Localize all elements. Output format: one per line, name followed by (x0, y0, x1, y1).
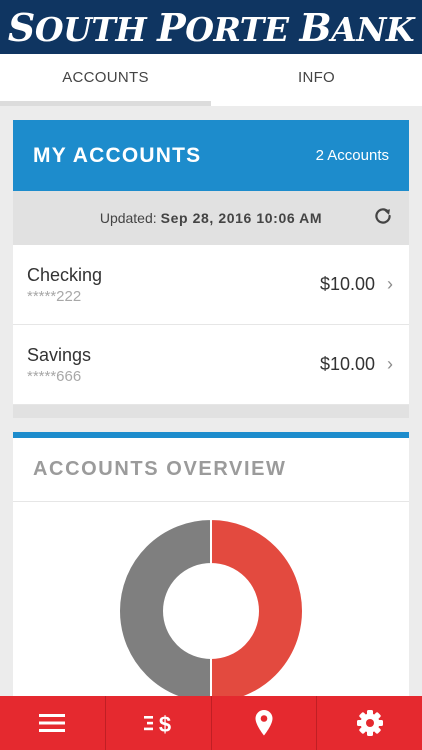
account-info: Checking *****222 (27, 265, 102, 305)
chevron-right-icon: › (387, 354, 393, 374)
bottom-nav: $ (0, 696, 422, 750)
accounts-overview-card: ACCOUNTS OVERVIEW (13, 432, 409, 702)
account-name: Checking (27, 264, 103, 285)
accounts-count: 2 Accounts (315, 147, 389, 164)
refresh-icon[interactable] (372, 205, 394, 227)
transfer-button[interactable]: $ (106, 696, 212, 750)
svg-text:$: $ (159, 712, 171, 737)
donut-segment-savings (119, 519, 212, 702)
menu-button[interactable] (0, 696, 106, 750)
my-accounts-title: MY ACCOUNTS (33, 143, 202, 167)
settings-button[interactable] (317, 696, 422, 750)
account-name: Savings (27, 344, 92, 365)
my-accounts-card: MY ACCOUNTS 2 Accounts Updated: Sep 28, … (13, 120, 409, 418)
my-accounts-header: MY ACCOUNTS 2 Accounts (13, 120, 409, 191)
account-info: Savings *****666 (27, 345, 91, 385)
bank-logo: SOUTH PORTE BANK (7, 4, 415, 50)
transfer-money-icon: $ (144, 712, 171, 737)
account-row-savings[interactable]: Savings *****666 $10.00 › (13, 325, 409, 405)
settings-gear-icon (356, 710, 383, 736)
overview-title: ACCOUNTS OVERVIEW (13, 438, 409, 502)
updated-timestamp: Sep 28, 2016 10:06 AM (160, 210, 323, 226)
card-footer (13, 405, 409, 418)
tab-info[interactable]: INFO (211, 54, 422, 106)
tab-bar: ACCOUNTS INFO (0, 54, 422, 106)
account-balance: $10.00 (319, 274, 375, 294)
chevron-right-icon: › (387, 274, 393, 294)
account-number: *****222 (27, 287, 82, 305)
account-number: *****666 (27, 367, 82, 385)
donut-segment-checking (210, 519, 303, 702)
account-balance: $10.00 (319, 354, 375, 374)
accounts-donut-chart (119, 519, 303, 702)
menu-icon (39, 714, 66, 732)
updated-label: Updated: (99, 210, 157, 226)
location-pin-icon (255, 710, 273, 736)
locations-button[interactable] (212, 696, 318, 750)
tab-accounts[interactable]: ACCOUNTS (0, 54, 211, 106)
app-header: SOUTH PORTE BANK (0, 0, 422, 54)
account-row-checking[interactable]: Checking *****222 $10.00 › (13, 245, 409, 325)
updated-bar: Updated: Sep 28, 2016 10:06 AM (13, 191, 409, 245)
